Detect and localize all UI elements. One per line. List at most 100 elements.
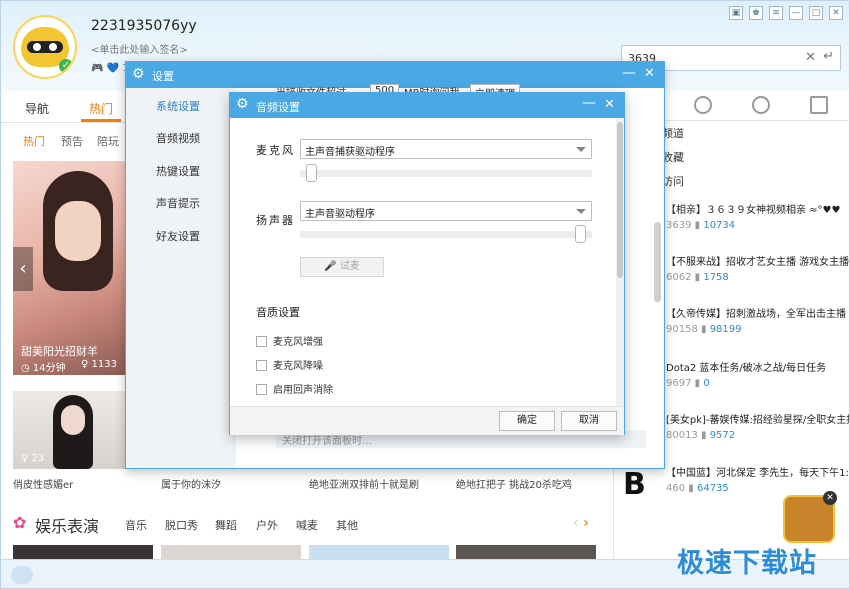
list-item[interactable]: 【不服来战】招收才艺女主播 游戏女主播 6062 ▮ 1758 xyxy=(622,253,850,289)
category-link[interactable]: 喊麦 xyxy=(296,517,318,533)
signature-input[interactable]: <单击此处输入签名> xyxy=(91,41,188,56)
noise-reduction-checkbox[interactable]: 麦克风降噪 xyxy=(256,357,323,372)
sidebar-item-friends[interactable]: 好友设置 xyxy=(156,228,200,244)
maximize-icon[interactable]: □ xyxy=(809,6,823,20)
audio-titlebar[interactable]: ⚙ 音频设置 — ✕ xyxy=(230,93,624,118)
shirt-icon[interactable]: ♚ xyxy=(749,6,763,20)
sidebar-item-audio-video[interactable]: 音频视频 xyxy=(156,130,200,146)
list-item[interactable]: [美女pk]-蕃娱传媒:招经验星探/全职女主播 80013 ▮ 9572 xyxy=(622,411,849,447)
close-icon[interactable]: ✕ xyxy=(604,97,615,112)
window-controls: ▣ ♚ ≡ — □ ✕ xyxy=(729,6,843,20)
tab-hot[interactable]: 热门 xyxy=(89,100,113,117)
watermark: 极速下载站 xyxy=(677,548,817,579)
speaker-volume-slider[interactable] xyxy=(300,225,592,243)
skin-icon[interactable]: ▣ xyxy=(729,6,743,20)
settings-sidebar: 系统设置 音频视频 热键设置 声音提示 好友设置 xyxy=(126,88,236,468)
close-icon[interactable]: ✕ xyxy=(829,6,843,20)
channel-title: 【久帝传媒】招刺激战场，全军出击主播 xyxy=(666,309,846,320)
channel-count: 98199 xyxy=(709,324,742,335)
microphone-select[interactable]: 主声音捕获驱动程序 xyxy=(300,139,592,159)
prev-icon[interactable]: ‹ xyxy=(573,515,579,531)
enter-icon[interactable]: ↵ xyxy=(823,49,834,64)
quality-section-title: 音质设置 xyxy=(256,306,300,319)
minimize-icon[interactable]: — xyxy=(789,6,803,20)
card-caption[interactable]: 绝地扛把子 挑战20杀吃鸡 xyxy=(456,476,572,491)
active-tab-indicator xyxy=(81,119,121,122)
flower-icon: ✿ xyxy=(13,513,27,532)
sidebar-item-sound-alerts[interactable]: 声音提示 xyxy=(156,195,200,211)
mic-boost-checkbox[interactable]: 麦克风增强 xyxy=(256,333,323,348)
microphone-volume-slider[interactable] xyxy=(300,164,592,182)
thumbnail[interactable] xyxy=(161,545,301,559)
selected-device: 主声音捕获驱动程序 xyxy=(305,147,395,158)
sidebar-item-hotkeys[interactable]: 热键设置 xyxy=(156,163,200,179)
echo-cancel-checkbox[interactable]: 启用回声消除 xyxy=(256,381,333,396)
menu-visits[interactable]: 访问 xyxy=(662,173,684,189)
list-item[interactable]: 【相亲】３６３９女神视频相亲 ≈°♥♥ 3639 ▮ 10734 xyxy=(622,201,849,237)
menu-channel[interactable]: 频道 xyxy=(662,125,684,141)
subtab-hot[interactable]: 热门 xyxy=(23,133,45,149)
channel-count: 9572 xyxy=(709,430,736,441)
channel-id: 90158 xyxy=(666,324,698,335)
cancel-button[interactable]: 取消 xyxy=(561,411,617,431)
channel-count: 64735 xyxy=(696,483,729,494)
list-item[interactable]: 【中国蓝】河北保定 李先生，每天下午1: 460 ▮ 64735 xyxy=(666,464,849,494)
card-title: 甜美阳光招财羊 xyxy=(21,345,98,358)
audio-settings-dialog: ⚙ 音频设置 — ✕ 麦克风 主声音捕获驱动程序 扬声器 主声音驱动程序 🎤 试… xyxy=(229,92,625,435)
thumbnail[interactable] xyxy=(13,545,153,559)
apps-icon[interactable] xyxy=(810,96,828,114)
dialog-title: 音频设置 xyxy=(256,101,300,114)
section-pager[interactable]: ‹ › xyxy=(573,515,589,531)
clear-icon[interactable]: ✕ xyxy=(805,50,816,65)
subtab-preview[interactable]: 预告 xyxy=(61,133,83,149)
test-mic-button[interactable]: 🎤 试麦 xyxy=(300,257,384,277)
next-icon[interactable]: › xyxy=(583,515,589,531)
speaker-label: 扬声器 xyxy=(256,214,295,227)
slider-handle[interactable] xyxy=(575,225,586,243)
card-caption[interactable]: 俏皮性感媚er xyxy=(13,476,73,491)
chevron-down-icon xyxy=(576,209,586,214)
minimize-icon[interactable]: — xyxy=(622,65,636,81)
dialog-footer: 确定 取消 xyxy=(230,406,624,435)
selected-device: 主声音驱动程序 xyxy=(305,209,375,220)
status-icons[interactable]: 🎮 💙 1 xyxy=(91,63,129,74)
category-link[interactable]: 脱口秀 xyxy=(165,517,198,533)
carousel-prev-icon[interactable]: ‹ xyxy=(13,247,33,291)
channel-logo: B xyxy=(623,467,646,502)
thumbnail[interactable] xyxy=(309,545,449,559)
scrollbar[interactable] xyxy=(654,222,661,302)
list-item[interactable]: 【久帝传媒】招刺激战场，全军出击主播 90158 ▮ 98199 xyxy=(622,305,849,341)
channel-title: 【中国蓝】河北保定 李先生，每天下午1: xyxy=(666,468,849,479)
group-icon[interactable] xyxy=(752,96,770,114)
card-viewers: ♀ 1133 xyxy=(81,359,117,370)
channel-count: 0 xyxy=(703,378,710,389)
category-link[interactable]: 其他 xyxy=(336,517,358,533)
close-icon[interactable]: ✕ xyxy=(644,66,655,81)
channel-id: 6062 xyxy=(666,272,692,283)
list-item[interactable]: Dota2 蓝本任务/破冰之战/每日任务 9697 ▮ 0 xyxy=(622,359,849,395)
speaker-select[interactable]: 主声音驱动程序 xyxy=(300,201,592,221)
avatar[interactable]: ✓ xyxy=(13,15,77,79)
treasure-chest-icon[interactable]: ✕ xyxy=(783,491,837,543)
person-icon[interactable] xyxy=(694,96,712,114)
subtab-companion[interactable]: 陪玩 xyxy=(97,133,119,149)
scrollbar[interactable] xyxy=(616,118,624,406)
card-caption[interactable]: 绝地亚洲双排前十就是刷 xyxy=(309,476,419,491)
category-link[interactable]: 音乐 xyxy=(125,517,147,533)
tab-navigation[interactable]: 导航 xyxy=(25,100,49,117)
mascot-icon[interactable] xyxy=(11,566,33,584)
sidebar-item-system[interactable]: 系统设置 xyxy=(156,98,200,114)
menu-favorites[interactable]: 收藏 xyxy=(662,149,684,165)
slider-handle[interactable] xyxy=(306,164,317,182)
card-caption[interactable]: 属于你的沫汐 xyxy=(161,476,221,491)
close-icon[interactable]: ✕ xyxy=(823,491,837,505)
category-link[interactable]: 户外 xyxy=(256,517,278,533)
category-link[interactable]: 舞蹈 xyxy=(215,517,237,533)
menu-icon[interactable]: ≡ xyxy=(769,6,783,20)
ok-button[interactable]: 确定 xyxy=(499,411,555,431)
channel-id: 460 xyxy=(666,483,686,494)
thumbnail[interactable] xyxy=(456,545,596,559)
live-card[interactable]: ♀ 23 xyxy=(13,391,127,469)
channel-title: 【不服来战】招收才艺女主播 游戏女主播 xyxy=(666,257,850,268)
minimize-icon[interactable]: — xyxy=(582,95,596,111)
